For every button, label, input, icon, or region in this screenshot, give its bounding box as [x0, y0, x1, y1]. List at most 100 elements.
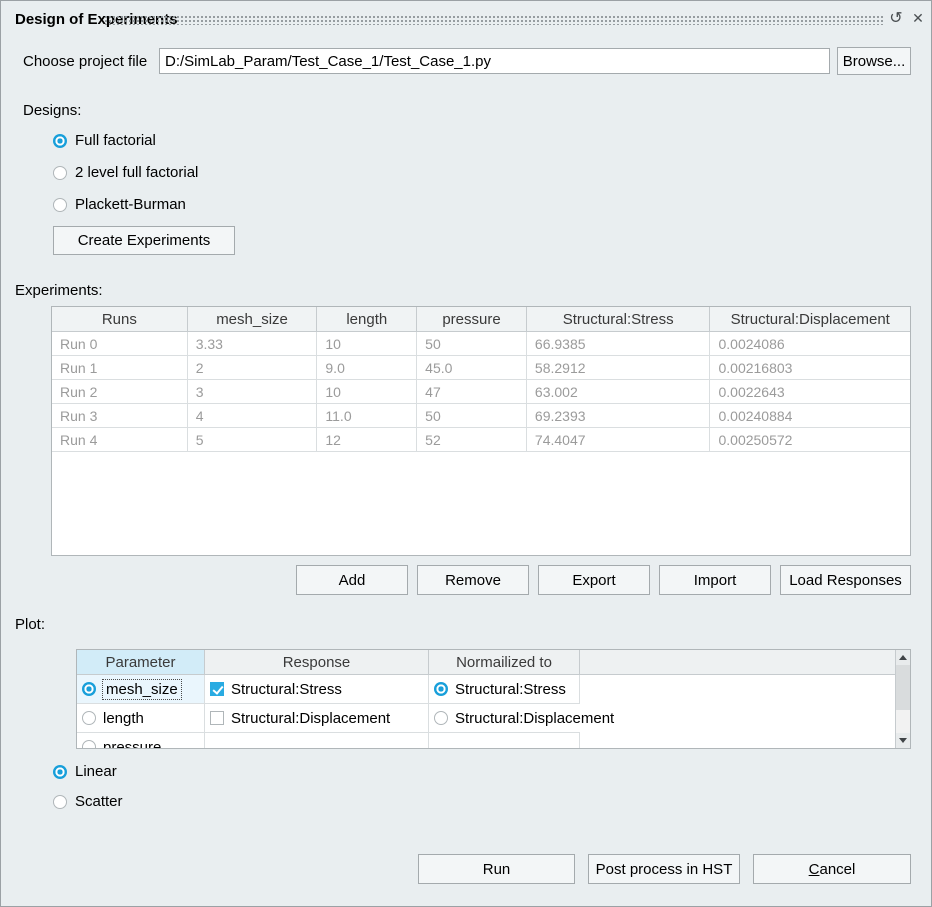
refresh-icon[interactable]: ↺	[887, 8, 905, 28]
radio-icon[interactable]	[82, 711, 96, 725]
cell-length[interactable]: 10	[317, 380, 417, 404]
table-row[interactable]: Run 1 2 9.0 45.0 58.2912 0.00216803	[52, 356, 910, 380]
radio-icon[interactable]	[434, 682, 448, 696]
design-of-experiments-dialog: Design of Experiments ↺ ✕ Choose project…	[0, 0, 932, 907]
radio-icon[interactable]	[53, 765, 67, 779]
checkbox-icon[interactable]	[210, 711, 224, 725]
footer-button-row: Run Post process in HST Cancel	[418, 854, 911, 884]
radio-label: 2 level full factorial	[75, 164, 198, 181]
cell-displacement[interactable]: 0.00250572	[710, 428, 910, 452]
normalized-option-structural-displacement[interactable]: Structural:Displacement	[429, 704, 580, 733]
column-header-length[interactable]: length	[317, 307, 417, 332]
radio-label: Full factorial	[75, 132, 156, 149]
cancel-button[interactable]: Cancel	[753, 854, 911, 884]
export-button[interactable]: Export	[538, 565, 650, 595]
radio-icon[interactable]	[434, 711, 448, 725]
scrollbar-thumb[interactable]	[896, 665, 910, 710]
browse-button[interactable]: Browse...	[837, 47, 911, 75]
cell-displacement[interactable]: 0.0024086	[710, 332, 910, 356]
column-header-empty	[580, 650, 895, 675]
cell-pressure[interactable]: 52	[417, 428, 527, 452]
parameter-label: pressure	[103, 739, 161, 750]
radio-2-level-full-factorial[interactable]: 2 level full factorial	[53, 164, 198, 181]
cell-mesh-size[interactable]: 3	[188, 380, 318, 404]
parameter-option-mesh-size[interactable]: mesh_size	[77, 675, 205, 704]
add-button[interactable]: Add	[296, 565, 408, 595]
normalized-option-structural-stress[interactable]: Structural:Stress	[429, 675, 580, 704]
column-header-response[interactable]: Response	[205, 650, 429, 675]
cell-length[interactable]: 12	[317, 428, 417, 452]
remove-button[interactable]: Remove	[417, 565, 529, 595]
radio-icon[interactable]	[53, 198, 67, 212]
cell-run[interactable]: Run 3	[52, 404, 188, 428]
cancel-rest: ancel	[819, 861, 855, 878]
cell-displacement[interactable]: 0.0022643	[710, 380, 910, 404]
cell-length[interactable]: 11.0	[317, 404, 417, 428]
column-header-structural-stress[interactable]: Structural:Stress	[527, 307, 711, 332]
cell-stress[interactable]: 63.002	[527, 380, 711, 404]
plot-row: length Structural:Displacement Structura…	[77, 704, 895, 733]
radio-icon[interactable]	[82, 740, 96, 749]
cell-pressure[interactable]: 50	[417, 332, 527, 356]
radio-plackett-burman[interactable]: Plackett-Burman	[53, 196, 186, 213]
cell-pressure[interactable]: 50	[417, 404, 527, 428]
column-header-mesh-size[interactable]: mesh_size	[188, 307, 318, 332]
parameter-option-length[interactable]: length	[77, 704, 205, 733]
load-responses-button[interactable]: Load Responses	[780, 565, 911, 595]
post-process-in-hst-button[interactable]: Post process in HST	[588, 854, 740, 884]
column-header-parameter[interactable]: Parameter	[77, 650, 205, 675]
cell-run[interactable]: Run 2	[52, 380, 188, 404]
experiments-table[interactable]: Runs mesh_size length pressure Structura…	[51, 306, 911, 556]
plot-row: mesh_size Structural:Stress Structural:S…	[77, 675, 895, 704]
cell-mesh-size[interactable]: 5	[188, 428, 318, 452]
column-header-pressure[interactable]: pressure	[417, 307, 527, 332]
radio-full-factorial[interactable]: Full factorial	[53, 132, 156, 149]
scroll-down-icon[interactable]	[896, 733, 910, 748]
radio-icon[interactable]	[53, 166, 67, 180]
cell-pressure[interactable]: 47	[417, 380, 527, 404]
cell-run[interactable]: Run 1	[52, 356, 188, 380]
response-option-structural-displacement[interactable]: Structural:Displacement	[205, 704, 429, 733]
cell-displacement[interactable]: 0.00240884	[710, 404, 910, 428]
radio-icon[interactable]	[53, 134, 67, 148]
cell-displacement[interactable]: 0.00216803	[710, 356, 910, 380]
column-header-normailized-to[interactable]: Normailized to	[429, 650, 580, 675]
table-row[interactable]: Run 3 4 11.0 50 69.2393 0.00240884	[52, 404, 910, 428]
plot-table-scrollbar[interactable]	[895, 650, 910, 748]
import-button[interactable]: Import	[659, 565, 771, 595]
create-experiments-button[interactable]: Create Experiments	[53, 226, 235, 255]
cell-stress[interactable]: 74.4047	[527, 428, 711, 452]
cell-run[interactable]: Run 0	[52, 332, 188, 356]
scroll-up-icon[interactable]	[896, 650, 910, 665]
radio-icon[interactable]	[82, 682, 96, 696]
empty-cell	[429, 733, 580, 749]
table-row[interactable]: Run 0 3.33 10 50 66.9385 0.0024086	[52, 332, 910, 356]
radio-linear[interactable]: Linear	[53, 763, 117, 780]
project-file-input[interactable]	[159, 48, 830, 74]
column-header-structural-displacement[interactable]: Structural:Displacement	[710, 307, 910, 332]
cell-mesh-size[interactable]: 4	[188, 404, 318, 428]
project-file-label: Choose project file	[23, 53, 147, 70]
cell-length[interactable]: 9.0	[317, 356, 417, 380]
close-icon[interactable]: ✕	[909, 8, 927, 28]
table-row[interactable]: Run 2 3 10 47 63.002 0.0022643	[52, 380, 910, 404]
run-button[interactable]: Run	[418, 854, 575, 884]
table-row[interactable]: Run 4 5 12 52 74.4047 0.00250572	[52, 428, 910, 452]
cell-run[interactable]: Run 4	[52, 428, 188, 452]
drag-handle-dots[interactable]	[104, 14, 883, 25]
cell-length[interactable]: 10	[317, 332, 417, 356]
response-option-structural-stress[interactable]: Structural:Stress	[205, 675, 429, 704]
radio-scatter[interactable]: Scatter	[53, 793, 123, 810]
column-header-runs[interactable]: Runs	[52, 307, 188, 332]
cell-pressure[interactable]: 45.0	[417, 356, 527, 380]
cell-stress[interactable]: 69.2393	[527, 404, 711, 428]
cell-mesh-size[interactable]: 2	[188, 356, 318, 380]
checkbox-icon[interactable]	[210, 682, 224, 696]
plot-table[interactable]: Parameter Response Normailized to mesh_s…	[76, 649, 911, 749]
cancel-mnemonic: C	[809, 861, 820, 878]
cell-stress[interactable]: 58.2912	[527, 356, 711, 380]
cell-mesh-size[interactable]: 3.33	[188, 332, 318, 356]
radio-icon[interactable]	[53, 795, 67, 809]
parameter-option-pressure[interactable]: pressure	[77, 733, 205, 749]
cell-stress[interactable]: 66.9385	[527, 332, 711, 356]
